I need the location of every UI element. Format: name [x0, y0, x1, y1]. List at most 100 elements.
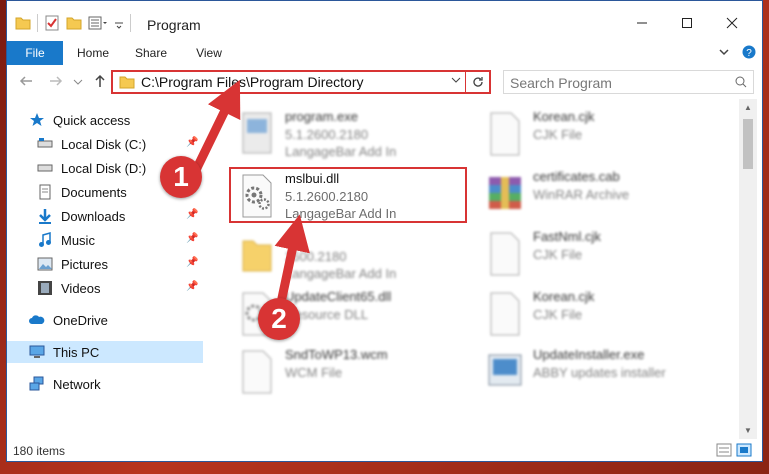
file-item[interactable]: program.exe 5.1.2600.2180 LangageBar Add…	[231, 107, 467, 165]
videos-icon	[38, 281, 52, 295]
sidebar-item-videos[interactable]: Videos 📌	[7, 277, 203, 299]
customize-toolbar-icon[interactable]	[114, 15, 124, 31]
help-icon[interactable]: ?	[742, 45, 756, 59]
sidebar-item-local-disk-c[interactable]: Local Disk (C:) 📌	[7, 133, 203, 155]
ribbon-controls: ?	[718, 45, 756, 59]
scroll-down-icon[interactable]: ▼	[744, 426, 752, 435]
search-icon	[735, 76, 747, 88]
forward-button[interactable]	[49, 74, 63, 92]
drive-icon	[37, 138, 53, 148]
file-list: program.exe 5.1.2600.2180 LangageBar Add…	[203, 99, 739, 439]
sidebar-item-label: Pictures	[61, 257, 108, 272]
sidebar-item-music[interactable]: Music 📌	[7, 229, 203, 251]
address-path[interactable]: C:\Program Files\Program Directory	[141, 74, 364, 90]
tab-share[interactable]: Share	[123, 41, 179, 65]
installer-icon	[488, 354, 522, 386]
star-icon	[30, 113, 44, 126]
file-icon	[490, 292, 520, 336]
search-placeholder: Search Program	[510, 75, 612, 91]
file-version: 5.1.2600.2180	[285, 127, 369, 142]
pin-icon[interactable]: 📌	[186, 233, 198, 244]
music-icon	[39, 232, 51, 247]
file-icon	[242, 350, 272, 394]
explorer-window: Program File Home Share View ? C:\Progra…	[6, 0, 763, 462]
callout-badge-1: 1	[160, 156, 202, 198]
file-name: UpdateClient65.dll	[285, 289, 392, 304]
toolbar-separator	[37, 14, 38, 32]
new-folder-icon[interactable]	[66, 15, 82, 31]
forward-arrow-icon	[50, 76, 63, 86]
file-item[interactable]: FastNml.cjk CJK File	[479, 227, 715, 285]
large-icons-view-icon[interactable]	[736, 443, 752, 457]
chevron-down-icon[interactable]	[451, 75, 461, 85]
sidebar-item-label: This PC	[53, 345, 100, 360]
sidebar-item-label: Local Disk (C:)	[61, 137, 147, 152]
sidebar-item-label: Local Disk (D:)	[61, 161, 147, 176]
file-type: ABBY updates installer	[533, 365, 666, 380]
scrollbar-thumb[interactable]	[743, 119, 753, 169]
sidebar-item-this-pc[interactable]: This PC	[7, 341, 203, 363]
up-button[interactable]	[93, 74, 107, 92]
downloads-icon	[39, 209, 51, 224]
close-button[interactable]	[717, 13, 747, 33]
file-item[interactable]: Korean.cjk CJK File	[479, 107, 715, 165]
view-options-icon[interactable]	[88, 15, 108, 31]
callout-badge-2: 2	[258, 298, 300, 340]
pin-icon[interactable]: 📌	[186, 209, 198, 220]
sidebar-item-label: OneDrive	[53, 313, 108, 328]
tab-view[interactable]: View	[181, 41, 237, 65]
sidebar-item-network[interactable]: Network	[7, 373, 203, 395]
scroll-up-icon[interactable]: ▲	[744, 103, 752, 112]
address-bar[interactable]: C:\Program Files\Program Directory	[111, 70, 491, 94]
title-bar: Program	[7, 1, 762, 41]
ribbon-tabs: File Home Share View ?	[7, 41, 762, 99]
back-button[interactable]	[19, 74, 33, 92]
file-item[interactable]: Korean.cjk CJK File	[479, 287, 715, 345]
sidebar-item-quick-access[interactable]: Quick access	[7, 109, 203, 131]
address-row: C:\Program Files\Program Directory Searc…	[7, 65, 762, 99]
file-name: program.exe	[285, 109, 358, 124]
file-item[interactable]: UpdateInstaller.exe ABBY updates install…	[479, 345, 715, 403]
refresh-button[interactable]	[465, 72, 489, 92]
pin-icon[interactable]: 📌	[186, 281, 198, 292]
details-view-icon[interactable]	[716, 443, 732, 457]
navigation-pane: Quick access Local Disk (C:) 📌 Local Dis…	[7, 99, 203, 439]
folder-icon[interactable]	[15, 15, 31, 31]
this-pc-icon	[29, 345, 45, 358]
sidebar-item-label: Quick access	[53, 113, 131, 128]
expand-ribbon-icon[interactable]	[718, 46, 730, 58]
file-icon	[490, 232, 520, 276]
file-name: Korean.cjk	[533, 109, 595, 124]
sidebar-item-onedrive[interactable]: OneDrive	[7, 309, 203, 331]
exe-icon	[242, 112, 272, 154]
chevron-down-icon	[73, 79, 83, 85]
minimize-icon	[637, 22, 647, 24]
maximize-button[interactable]	[672, 13, 702, 33]
properties-icon[interactable]	[44, 15, 60, 31]
window-title: Program	[147, 17, 201, 33]
pin-icon[interactable]: 📌	[186, 137, 198, 148]
recent-locations-button[interactable]	[73, 74, 83, 92]
file-type: CJK File	[533, 127, 583, 142]
drive-icon	[37, 164, 53, 172]
file-type: CJK File	[533, 247, 583, 262]
sidebar-item-downloads[interactable]: Downloads 📌	[7, 205, 203, 227]
folder-icon	[119, 76, 135, 89]
tab-home[interactable]: Home	[65, 41, 121, 65]
pin-icon[interactable]: 📌	[186, 257, 198, 268]
refresh-icon	[472, 77, 483, 87]
up-arrow-icon	[95, 74, 105, 87]
sidebar-item-label: Videos	[61, 281, 101, 296]
network-icon	[29, 376, 44, 391]
file-item[interactable]: certificates.cab WinRAR Archive	[479, 167, 715, 225]
search-input[interactable]: Search Program	[503, 70, 754, 94]
item-count: 180 items	[13, 444, 66, 458]
vertical-scrollbar[interactable]: ▲ ▼	[739, 99, 757, 439]
sidebar-item-pictures[interactable]: Pictures 📌	[7, 253, 203, 275]
highlight-box	[229, 167, 467, 223]
file-item[interactable]: SndToWP13.wcm WCM File	[231, 345, 467, 403]
file-item[interactable]: 2600.2180 LangageBar Add In	[231, 229, 467, 287]
file-icon	[490, 112, 520, 156]
minimize-button[interactable]	[627, 13, 657, 33]
pictures-icon	[37, 257, 53, 271]
